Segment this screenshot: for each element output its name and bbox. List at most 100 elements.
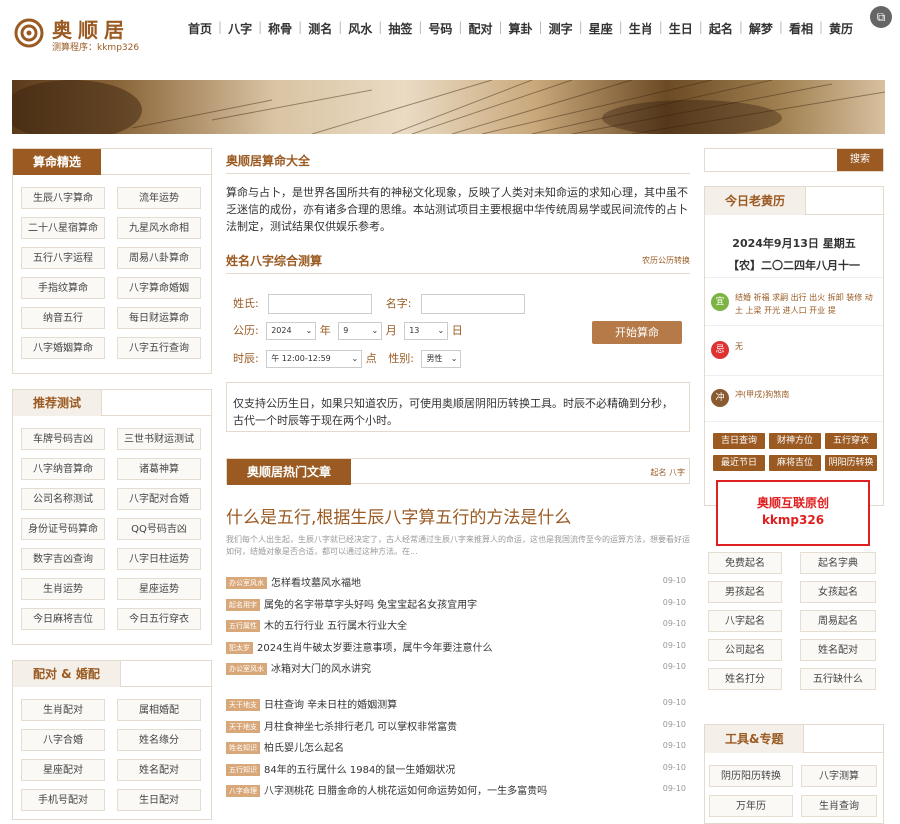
month-select[interactable]: 9 ⌄	[338, 322, 383, 340]
day-select[interactable]: 13 ⌄	[404, 322, 449, 340]
naming-link[interactable]: 姓名配对	[800, 639, 876, 661]
news-tag[interactable]: 五行知识	[226, 763, 260, 776]
news-item[interactable]: 五行知识 84年的五行属什么 1984的鼠一生婚姻状况 09-10	[226, 761, 690, 779]
panel-link[interactable]: 五行八字运程	[21, 247, 105, 269]
almanac-tag[interactable]: 吉日查询	[713, 433, 765, 449]
panel-link[interactable]: 纳音五行	[21, 307, 105, 329]
nav-item[interactable]: 看相	[783, 20, 819, 37]
tool-link[interactable]: 生肖查询	[801, 795, 877, 817]
almanac-tag[interactable]: 五行穿衣	[825, 433, 877, 449]
news-tag[interactable]: 天干地支	[226, 699, 260, 711]
nav-item[interactable]: 星座	[583, 20, 619, 37]
news-tag[interactable]: 起名用字	[226, 598, 260, 611]
panel-link[interactable]: 生肖运势	[21, 578, 105, 600]
panel-link[interactable]: 星座配对	[21, 759, 105, 781]
naming-link[interactable]: 免费起名	[708, 552, 782, 574]
surname-input[interactable]	[268, 294, 373, 314]
panel-link[interactable]: 八字合婚	[21, 729, 105, 751]
panel-link[interactable]: 周易八卦算命	[117, 247, 201, 269]
news-title[interactable]: 冰箱对大门的风水讲究	[271, 664, 371, 675]
news-title[interactable]: 柏氏婴儿怎么起名	[264, 743, 344, 754]
naming-link[interactable]: 姓名打分	[708, 668, 782, 690]
news-title[interactable]: 日柱查询 辛未日柱的婚姻测算	[264, 700, 397, 711]
panel-link[interactable]: 流年运势	[117, 187, 201, 209]
news-tag[interactable]: 办公室风水	[226, 577, 267, 589]
news-item[interactable]: 办公室风水 怎样看坟墓风水福地 09-10	[226, 574, 690, 592]
news-title[interactable]: 月柱食神坐七杀排行老几 可以掌权非常富贵	[264, 722, 457, 733]
panel-link[interactable]: 今日麻将吉位	[21, 608, 105, 630]
naming-link[interactable]: 男孩起名	[708, 581, 782, 603]
panel-link[interactable]: 生辰八字算命	[21, 187, 105, 209]
news-tag[interactable]: 犯太岁	[226, 641, 253, 654]
naming-link[interactable]: 周易起名	[800, 610, 876, 632]
gender-select[interactable]: 男性 ⌄	[421, 350, 462, 368]
news-title[interactable]: 木的五行行业 五行属木行业大全	[264, 621, 407, 632]
nav-item[interactable]: 生日	[663, 20, 699, 37]
panel-link[interactable]: 二十八星宿算命	[21, 217, 105, 239]
panel-link[interactable]: 八字日柱运势	[117, 548, 201, 570]
panel-link[interactable]: 八字婚姻算命	[21, 337, 105, 359]
nav-item[interactable]: 生肖	[623, 20, 659, 37]
tool-link[interactable]: 万年历	[709, 795, 793, 817]
panel-link[interactable]: 八字配对合婚	[117, 488, 201, 510]
nav-item[interactable]: 抽签	[382, 20, 418, 37]
panel-link[interactable]: 九星风水命相	[117, 217, 201, 239]
news-tag[interactable]: 姓名知识	[226, 742, 260, 754]
naming-link[interactable]: 起名字典	[800, 552, 876, 574]
news-tag[interactable]: 天干地支	[226, 720, 260, 733]
panel-link[interactable]: 车牌号码吉凶	[21, 428, 105, 450]
panel-link[interactable]: 姓名配对	[117, 759, 201, 781]
nav-item[interactable]: 测字	[543, 20, 579, 37]
almanac-tag[interactable]: 最近节日	[713, 455, 765, 471]
almanac-tag[interactable]: 麻将吉位	[769, 455, 821, 471]
nav-item[interactable]: 八字	[222, 20, 258, 37]
panel-link[interactable]: 公司名称测试	[21, 488, 105, 510]
panel-link[interactable]: 姓名缘分	[117, 729, 201, 751]
articles-more-link[interactable]: 起名 八字	[650, 467, 685, 478]
panel-link[interactable]: 八字算命婚姻	[117, 277, 201, 299]
copy-icon[interactable]: ⧉	[870, 6, 892, 28]
nav-item[interactable]: 首页	[182, 20, 218, 37]
news-item[interactable]: 天干地支 月柱食神坐七杀排行老几 可以掌权非常富贵 09-10	[226, 718, 690, 736]
hour-select[interactable]: 午 12:00-12:59 ⌄	[266, 350, 363, 368]
panel-link[interactable]: 身份证号码算命	[21, 518, 105, 540]
nav-item[interactable]: 起名	[703, 20, 739, 37]
nav-item[interactable]: 测名	[302, 20, 338, 37]
news-title[interactable]: 属兔的名字带草字头好吗 兔宝宝起名女孩宜用字	[264, 600, 477, 611]
naming-link[interactable]: 公司起名	[708, 639, 782, 661]
news-item[interactable]: 八字命理 八字测桃花 日腊金命的人桃花运如何命运势如何，一生多富贵吗 09-10	[226, 782, 690, 800]
panel-link[interactable]: 八字五行查询	[117, 337, 201, 359]
panel-link[interactable]: 数字吉凶查询	[21, 548, 105, 570]
tool-link[interactable]: 八字测算	[801, 765, 877, 787]
panel-link[interactable]: QQ号码吉凶	[117, 518, 201, 540]
panel-link[interactable]: 手指纹算命	[21, 277, 105, 299]
news-item[interactable]: 五行属性 木的五行行业 五行属木行业大全 09-10	[226, 617, 690, 635]
panel-link[interactable]: 属相婚配	[117, 699, 201, 721]
news-tag[interactable]: 办公室风水	[226, 663, 267, 675]
year-select[interactable]: 2024 ⌄	[266, 322, 317, 340]
nav-item[interactable]: 配对	[462, 20, 498, 37]
panel-link[interactable]: 生肖配对	[21, 699, 105, 721]
news-item[interactable]: 天干地支 日柱查询 辛未日柱的婚姻测算 09-10	[226, 696, 690, 714]
nav-item[interactable]: 黄历	[823, 20, 859, 37]
search-button[interactable]: 搜索	[837, 149, 883, 171]
naming-link[interactable]: 女孩起名	[800, 581, 876, 603]
news-item[interactable]: 犯太岁 2024生肖牛破太岁要注意事项，属牛今年要注意什么 09-10	[226, 639, 690, 657]
news-title[interactable]: 八字测桃花 日腊金命的人桃花运如何命运势如何，一生多富贵吗	[264, 786, 547, 797]
news-title[interactable]: 2024生肖牛破太岁要注意事项，属牛今年要注意什么	[257, 643, 492, 654]
search-input[interactable]	[705, 149, 837, 171]
news-title[interactable]: 84年的五行属什么 1984的鼠一生婚姻状况	[264, 765, 455, 776]
panel-link[interactable]: 诸葛神算	[117, 458, 201, 480]
nav-item[interactable]: 风水	[342, 20, 378, 37]
panel-link[interactable]: 三世书财运测试	[117, 428, 201, 450]
news-tag[interactable]: 八字命理	[226, 785, 260, 797]
almanac-tag[interactable]: 阴阳历转换	[825, 455, 877, 471]
panel-link[interactable]: 今日五行穿衣	[117, 608, 201, 630]
tool-link[interactable]: 阴历阳历转换	[709, 765, 793, 787]
start-button[interactable]: 开始算命	[592, 321, 682, 344]
news-item[interactable]: 姓名知识 柏氏婴儿怎么起名 09-10	[226, 739, 690, 757]
panel-link[interactable]: 每日财运算命	[117, 307, 201, 329]
headline-link[interactable]: 什么是五行,根据生辰八字算五行的方法是什么	[226, 503, 571, 528]
nav-item[interactable]: 称骨	[262, 20, 298, 37]
news-item[interactable]: 办公室风水 冰箱对大门的风水讲究 09-10	[226, 660, 690, 678]
